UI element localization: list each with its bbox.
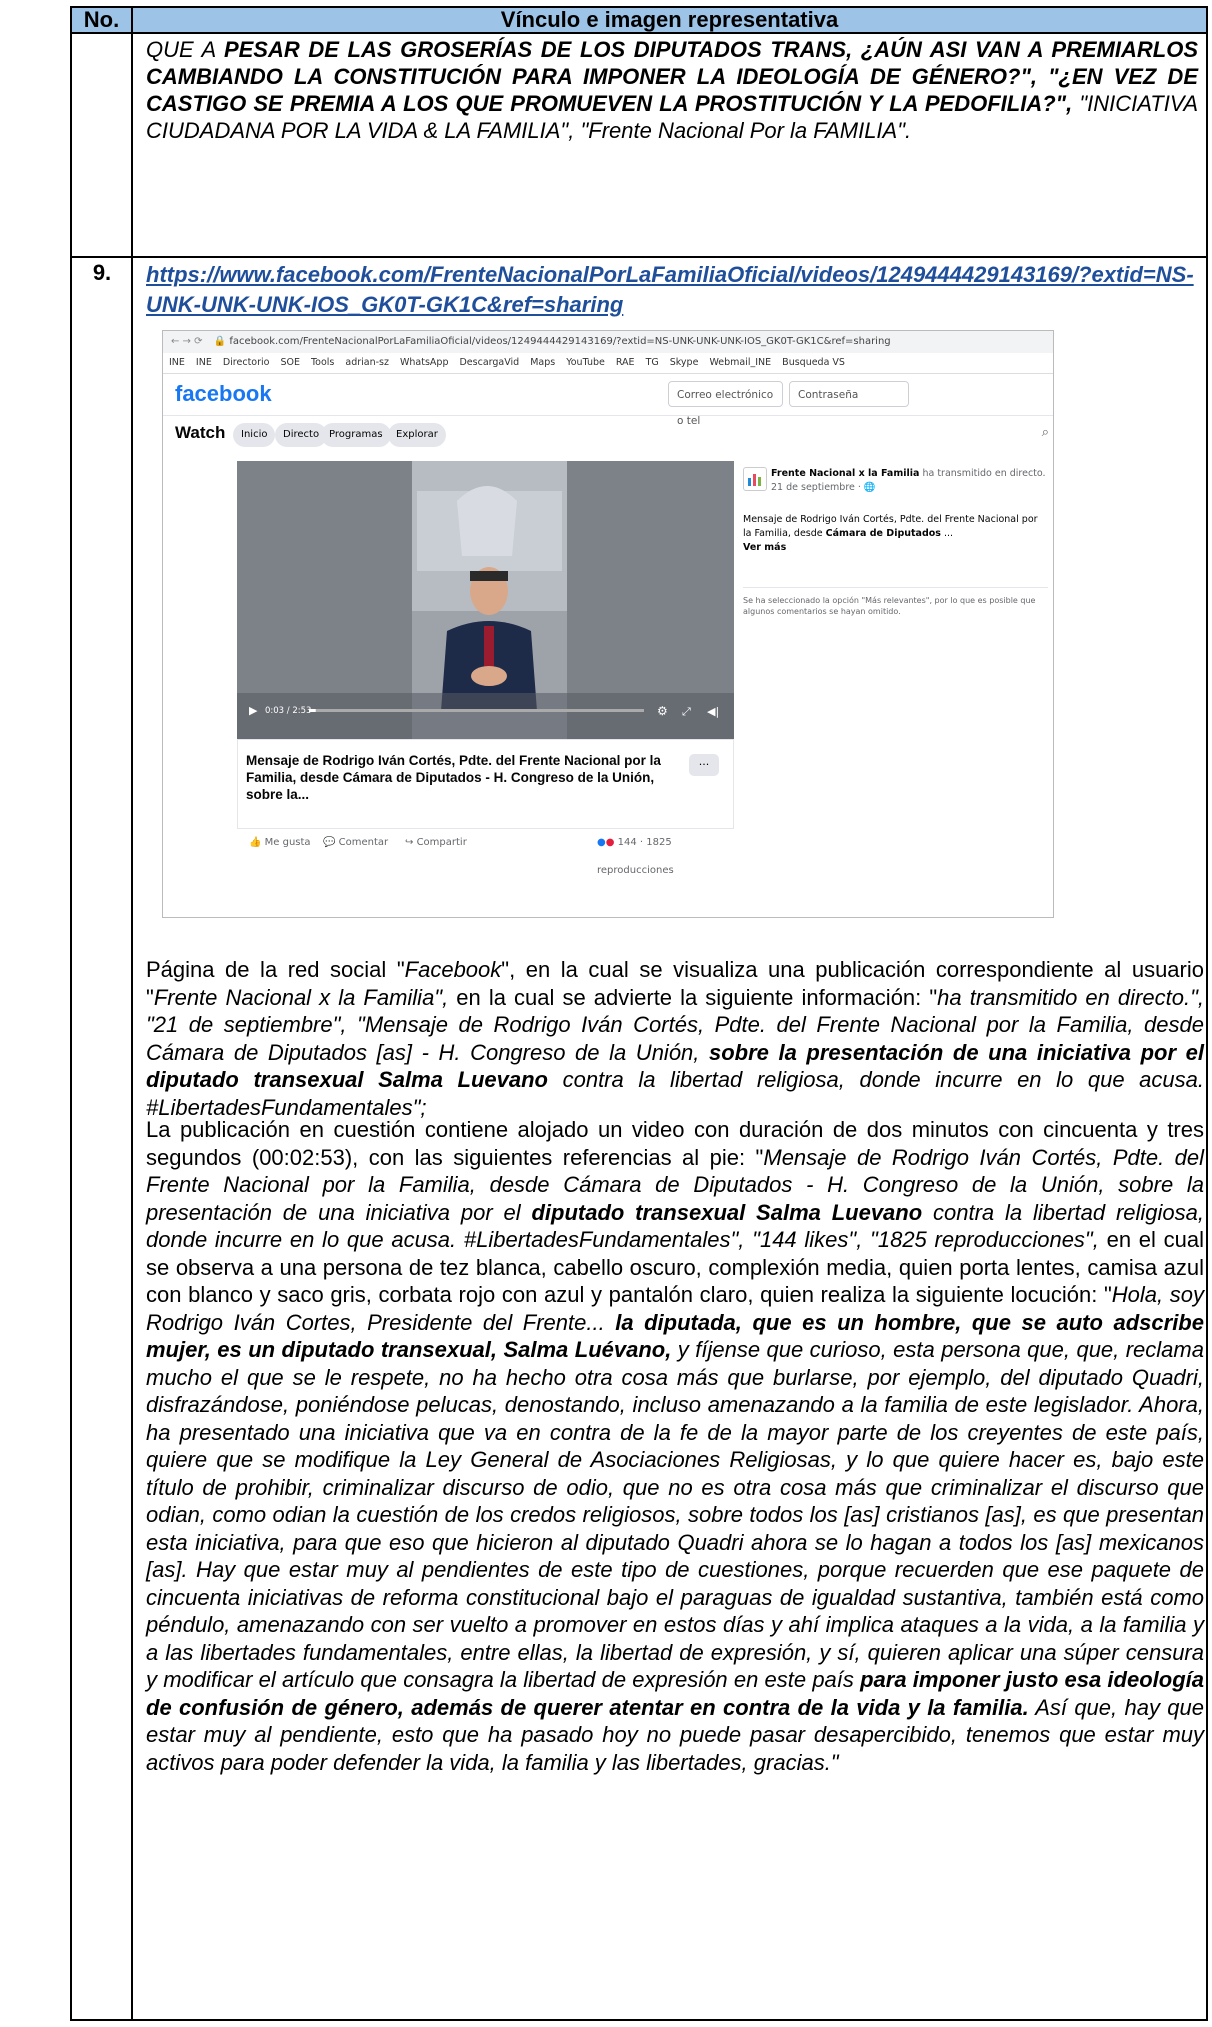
share-button[interactable]: ↪ Compartir [405, 829, 467, 857]
post-date[interactable]: 21 de septiembre · [771, 482, 864, 493]
p1-e: en la cual se advierte la siguiente info… [448, 984, 938, 1010]
video-title: Mensaje de Rodrigo Iván Cortés, Pdte. de… [246, 753, 661, 802]
row-divider [72, 256, 1206, 258]
search-icon[interactable]: ⌕ [1042, 425, 1049, 440]
video-frame: ▶ 0:03 / 2:53 ⚙ ⤢ ◀| [237, 461, 734, 739]
bookmark-item[interactable]: RAE [616, 357, 635, 368]
share-label: Compartir [416, 837, 467, 848]
video-time: 0:03 / 2:53 [265, 706, 311, 716]
watch-title[interactable]: Watch [175, 423, 225, 443]
volume-icon: ◀| [707, 705, 719, 718]
page-name[interactable]: Frente Nacional x la Familia [771, 468, 919, 479]
nav-arrows-icon[interactable]: ← → ⟳ [171, 336, 203, 347]
bookmark-item[interactable]: adrian-sz [345, 357, 389, 368]
tab-directo[interactable]: Directo [275, 423, 328, 447]
p2-h: y fíjense que curioso, esta persona que,… [146, 1337, 1204, 1692]
evidence-table: No. Vínculo e imagen representativa QUE … [70, 6, 1208, 2021]
settings-icon: ⚙ [657, 704, 668, 718]
post-text-c: ... [940, 528, 954, 539]
statue-shape [457, 486, 517, 556]
progress-fill [309, 709, 316, 712]
address-url[interactable]: facebook.com/FrenteNacionalPorLaFamiliaO… [229, 336, 890, 347]
post-meta: Frente Nacional x la Familia ha transmit… [771, 467, 1051, 495]
bookmark-item[interactable]: YouTube [566, 357, 605, 368]
bookmark-item[interactable]: SOE [280, 357, 300, 368]
comments-note: Se ha seleccionado la opción "Más releva… [743, 596, 1036, 616]
globe-icon: 🌐 [863, 482, 876, 493]
email-field[interactable]: Correo electrónico o tel [668, 381, 783, 427]
bookmarks-bar: INE INE Directorio SOE Tools adrian-sz WhatsAp… [163, 353, 1053, 374]
bookmark-item[interactable]: Busqueda VS [782, 357, 845, 368]
p1-b: Facebook [404, 957, 502, 982]
post-actions: 👍 Me gusta 💬 Comentar ↪ Compartir ●● 144… [237, 829, 734, 876]
progress-track [309, 709, 644, 712]
tab-programas[interactable]: Programas [321, 423, 391, 447]
broadcast-text: ha transmitido en directo. [922, 468, 1046, 479]
post-text: Mensaje de Rodrigo Iván Cortés, Pdte. de… [743, 513, 1048, 555]
see-more-link[interactable]: Ver más [743, 542, 786, 553]
browser-address-bar[interactable]: ← → ⟳ 🔒 facebook.com/FrenteNacionalPorLa… [163, 331, 1053, 353]
lock-icon: 🔒 [213, 336, 227, 347]
table-header: No. Vínculo e imagen representativa [72, 8, 1206, 34]
tab-explorar[interactable]: Explorar [388, 423, 446, 447]
facebook-logo[interactable]: facebook [175, 381, 272, 407]
thumbs-up-icon: 👍 [249, 837, 265, 848]
share-icon: ↪ [405, 837, 417, 848]
bookmark-item[interactable]: TG [646, 357, 659, 368]
bookmark-item[interactable]: Skype [670, 357, 699, 368]
header-link-image: Vínculo e imagen representativa [500, 7, 839, 32]
comment-label: Comentar [338, 837, 389, 848]
post-sidebar: Frente Nacional x la Familia ha transmit… [743, 461, 1053, 761]
reactions-count[interactable]: ●● 144 · 1825 reproducciones [597, 829, 734, 885]
like-reaction-icon: ● [597, 837, 606, 848]
comment-button[interactable]: 💬 Comentar [323, 829, 388, 857]
watch-nav: Watch Inicio Directo Programas Explorar … [163, 417, 1053, 453]
comment-icon: 💬 [323, 837, 339, 848]
column-divider [131, 32, 133, 2021]
page-avatar[interactable] [743, 467, 767, 491]
p1-d: Frente Nacional x la Familia", [153, 984, 449, 1010]
bookmark-item[interactable]: Tools [311, 357, 334, 368]
p1-a: Página de la red social " [146, 957, 405, 982]
description-paragraph-2: La publicación en cuestión contiene aloj… [146, 1116, 1204, 1776]
password-field[interactable]: Contraseña [789, 381, 909, 407]
prev-text-a: QUE A [146, 37, 224, 62]
facebook-screenshot: ← → ⟳ 🔒 facebook.com/FrenteNacionalPorLa… [162, 330, 1054, 918]
description-paragraph-1: Página de la red social "Facebook", en l… [146, 956, 1204, 1121]
prev-text-b: PESAR DE LAS GROSERÍAS DE LOS DIPUTADOS … [146, 37, 1198, 116]
bookmark-item[interactable]: INE [196, 357, 212, 368]
facebook-header: facebook Correo electrónico o tel Contra… [163, 373, 1053, 427]
bookmark-item[interactable]: Maps [530, 357, 555, 368]
bookmark-item[interactable]: Directorio [223, 357, 270, 368]
bookmark-item[interactable]: INE [169, 357, 185, 368]
tab-inicio[interactable]: Inicio [233, 423, 276, 447]
header-number: No. [72, 8, 133, 32]
row-number: 9. [92, 260, 112, 285]
bookmark-item[interactable]: WhatsApp [400, 357, 448, 368]
bookmark-item[interactable]: DescargaVid [459, 357, 519, 368]
p2-c: diputado transexual Salma Luevano [531, 1199, 923, 1225]
like-button[interactable]: 👍 Me gusta [249, 829, 311, 857]
previous-row-text: QUE A PESAR DE LAS GROSERÍAS DE LOS DIPU… [146, 36, 1198, 144]
video-info: Mensaje de Rodrigo Iván Cortés, Pdte. de… [237, 739, 734, 829]
video-player[interactable]: ▶ 0:03 / 2:53 ⚙ ⤢ ◀| [237, 461, 734, 739]
bookmark-item[interactable]: Webmail_INE [709, 357, 771, 368]
post-text-b[interactable]: Cámara de Diputados [826, 528, 941, 539]
love-reaction-icon: ● [605, 837, 615, 848]
facebook-video-link[interactable]: https://www.facebook.com/FrenteNacionalP… [146, 260, 1202, 320]
fullscreen-icon: ⤢ [682, 705, 691, 718]
like-label: Me gusta [264, 837, 311, 848]
divider [743, 587, 1048, 588]
more-options-button[interactable]: ··· [689, 754, 719, 776]
play-icon: ▶ [249, 704, 258, 717]
